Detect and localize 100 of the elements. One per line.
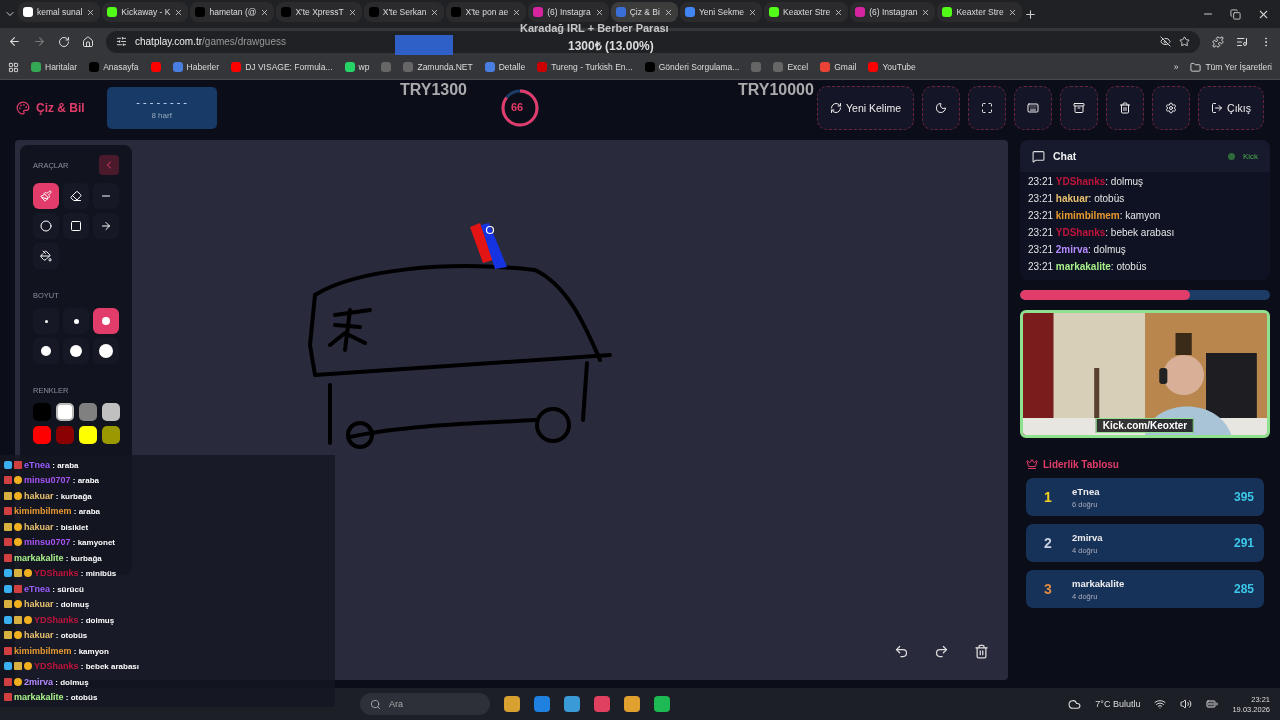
browser-tab[interactable]: kemal sunal xyxy=(18,2,101,22)
app-icon[interactable] xyxy=(594,696,610,712)
color-swatch[interactable] xyxy=(33,426,51,444)
color-swatch[interactable] xyxy=(79,403,97,421)
bookmark[interactable]: Zamunda.NET xyxy=(403,62,473,72)
browser-tab[interactable]: X'te XpressT xyxy=(276,2,362,22)
bookmark[interactable]: Gmail xyxy=(820,62,857,72)
browser-tab[interactable]: (6) Instagran xyxy=(850,2,936,22)
close-icon[interactable] xyxy=(174,7,184,17)
circle-tool[interactable] xyxy=(33,213,59,239)
theme-button[interactable] xyxy=(922,85,961,130)
media-icon[interactable] xyxy=(1236,35,1248,48)
more-bookmarks[interactable]: » xyxy=(1173,62,1179,72)
eraser-tool[interactable] xyxy=(63,183,89,209)
home-icon[interactable] xyxy=(82,35,94,48)
close-icon[interactable] xyxy=(86,7,96,17)
close-icon[interactable] xyxy=(1007,7,1017,17)
color-swatch[interactable] xyxy=(79,426,97,444)
line-tool[interactable] xyxy=(93,183,119,209)
wifi-icon[interactable] xyxy=(1154,698,1167,710)
color-swatch[interactable] xyxy=(102,403,120,421)
app-icon[interactable] xyxy=(534,696,550,712)
square-tool[interactable] xyxy=(63,213,89,239)
bookmark[interactable]: wp xyxy=(344,62,370,72)
close-icon[interactable] xyxy=(921,7,931,17)
back-icon[interactable] xyxy=(8,35,21,48)
close-icon[interactable] xyxy=(663,7,673,17)
browser-tab[interactable]: Yeni Sekme xyxy=(679,2,762,22)
eye-off-icon[interactable] xyxy=(1160,36,1171,47)
search-icon xyxy=(370,698,381,710)
sword-badge-icon xyxy=(4,646,12,655)
archive-button[interactable] xyxy=(1060,85,1099,130)
browser-tab[interactable]: Çiz & Bi xyxy=(610,2,678,22)
browser-tab[interactable]: X'te Serkan xyxy=(363,2,445,22)
close-icon[interactable] xyxy=(834,7,844,17)
close-icon[interactable] xyxy=(347,7,357,17)
arrow-tool[interactable] xyxy=(93,213,119,239)
browser-tab[interactable]: X'te pon ae xyxy=(446,2,527,22)
size-button[interactable] xyxy=(93,308,119,334)
stream-chat-line: markakalite : kurbağa xyxy=(14,552,102,563)
volume-icon[interactable] xyxy=(1180,698,1193,710)
restore-icon[interactable] xyxy=(1230,8,1241,20)
browser-tab[interactable]: (6) Instagra xyxy=(528,2,609,22)
app-icon[interactable] xyxy=(504,696,520,712)
globe-icon xyxy=(381,62,392,72)
browser-tab[interactable]: Kickaway - K xyxy=(102,2,189,22)
color-swatch[interactable] xyxy=(56,426,74,444)
close-icon[interactable] xyxy=(594,7,604,17)
search-field[interactable]: Ara xyxy=(360,693,490,715)
apps-icon[interactable] xyxy=(8,61,19,73)
browser-tab[interactable]: Keaxter Stre xyxy=(937,2,1022,22)
new-word-button[interactable]: Yeni Kelime xyxy=(817,85,915,130)
app-icon[interactable] xyxy=(564,696,580,712)
crown-badge-icon xyxy=(4,522,12,531)
app-icon[interactable] xyxy=(624,696,640,712)
stream-chat-line: hakuar : bisiklet xyxy=(24,521,89,532)
stream-chat-line: eTnea : araba xyxy=(24,459,79,470)
exit-button[interactable]: Çıkış xyxy=(1198,85,1264,130)
forward-icon[interactable] xyxy=(33,35,46,48)
battery-icon[interactable] xyxy=(1206,698,1219,710)
bookmark[interactable]: Tureng - Turkish En... xyxy=(537,62,633,72)
app-icon[interactable] xyxy=(654,696,670,712)
size-button[interactable] xyxy=(63,338,89,364)
keyboard-button[interactable] xyxy=(1014,85,1053,130)
chat-message: 23:21 YDShanks: dolmuş xyxy=(1028,176,1145,187)
fill-tool[interactable] xyxy=(33,243,59,269)
browser-tab[interactable]: Keaxter Stre xyxy=(764,2,849,22)
close-icon[interactable] xyxy=(512,7,522,17)
tab-title: Yeni Sekme xyxy=(698,7,744,17)
color-swatch[interactable] xyxy=(102,426,120,444)
close-icon[interactable] xyxy=(260,7,270,17)
size-button[interactable] xyxy=(93,338,119,364)
stream-chat-line: YDShanks : bebek arabası xyxy=(34,661,139,672)
close-icon[interactable] xyxy=(430,7,440,17)
bookmark[interactable]: DJ VISAGE: Formula... xyxy=(231,62,333,72)
color-swatch[interactable] xyxy=(56,403,74,421)
bookmark[interactable] xyxy=(150,62,161,72)
news-icon xyxy=(172,62,183,72)
site-info-icon[interactable] xyxy=(116,36,127,47)
bookmark[interactable]: Anasayfa xyxy=(89,62,139,72)
bookmark[interactable]: Haritalar xyxy=(31,62,78,72)
extensions-icon[interactable] xyxy=(1212,35,1224,48)
all-bookmarks[interactable]: Tüm Yer İşaretleri xyxy=(1190,61,1272,73)
star-icon[interactable] xyxy=(1179,36,1190,47)
brush-tool[interactable] xyxy=(33,183,59,209)
goal-text: 1300₺ (13.00%) xyxy=(568,37,654,54)
size-button[interactable] xyxy=(33,338,59,364)
size-button[interactable] xyxy=(63,308,89,334)
bookmark[interactable]: Detalle xyxy=(484,62,526,72)
color-swatch[interactable] xyxy=(33,403,51,421)
bookmark[interactable]: Haberler xyxy=(172,62,220,72)
browser-tab[interactable]: hametan (@ xyxy=(190,2,275,22)
bookmark[interactable]: Gönderi Sorgulama... xyxy=(644,62,740,72)
settings-button[interactable] xyxy=(1152,85,1191,130)
bookmark[interactable]: Excel xyxy=(773,62,809,72)
new-tab-icon[interactable] xyxy=(1023,7,1037,21)
reload-icon[interactable] xyxy=(58,35,70,48)
bookmark[interactable]: YouTube xyxy=(868,62,916,72)
delete-button[interactable] xyxy=(1106,85,1145,130)
close-icon[interactable] xyxy=(748,7,757,17)
